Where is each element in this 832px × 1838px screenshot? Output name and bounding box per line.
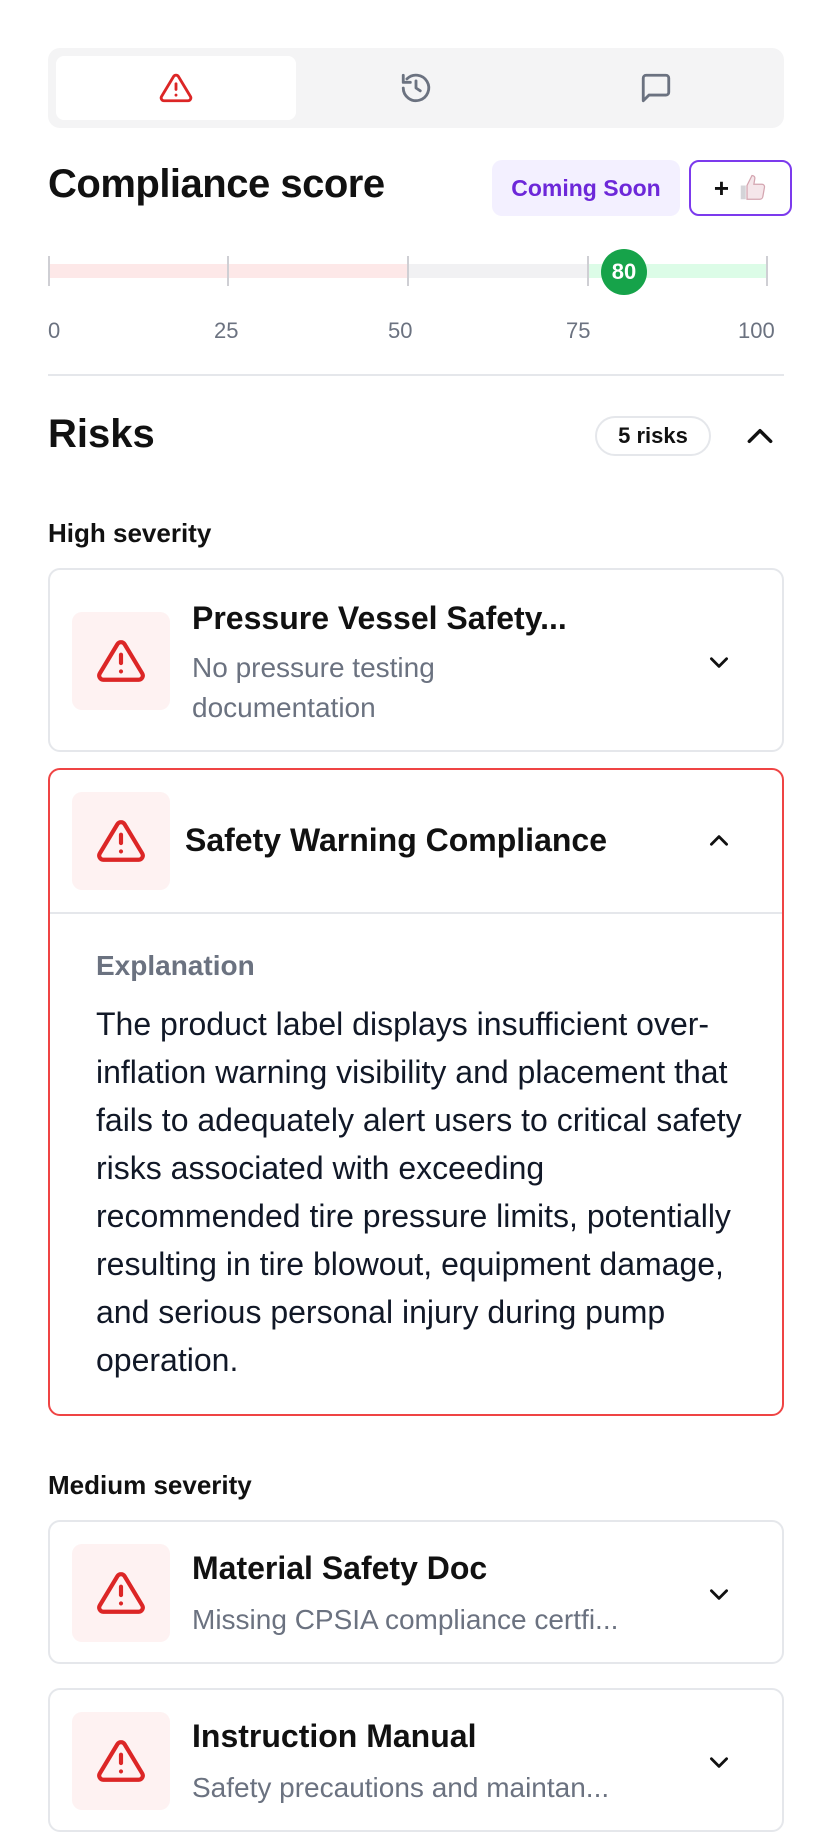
risk-title: Pressure Vessel Safety... — [192, 600, 567, 636]
chevron-down-icon[interactable] — [706, 1581, 732, 1607]
history-icon — [401, 73, 431, 103]
gauge-label: 25 — [214, 318, 239, 343]
chevron-up-icon[interactable] — [706, 828, 732, 854]
risk-card-instruction-manual[interactable]: Instruction Manual Safety precautions an… — [48, 1688, 784, 1832]
card-divider — [50, 912, 782, 914]
tab-messages[interactable] — [536, 56, 776, 120]
risk-card-pressure-vessel[interactable]: Pressure Vessel Safety... No pressure te… — [48, 568, 784, 752]
risk-subtitle: Missing CPSIA compliance certfi... — [192, 1604, 619, 1635]
section-divider — [48, 374, 784, 376]
alert-triangle-icon — [97, 1740, 145, 1782]
tab-history[interactable] — [296, 56, 536, 120]
high-severity-label: High severity — [48, 518, 212, 548]
risk-title: Safety Warning Compliance — [185, 822, 607, 858]
thumbs-up-icon — [740, 174, 766, 200]
risk-icon-box — [72, 1712, 170, 1810]
tab-risks[interactable] — [56, 56, 296, 120]
gauge-label: 75 — [566, 318, 591, 343]
add-feedback-button[interactable]: + — [689, 160, 792, 216]
score-marker: 80 — [601, 249, 647, 295]
chevron-up-icon[interactable] — [742, 420, 778, 452]
chevron-down-icon[interactable] — [706, 649, 732, 675]
gauge-label: 100 — [738, 318, 775, 343]
plus-label: + — [713, 172, 730, 203]
compliance-gauge: 0 25 50 75 100 80 — [48, 249, 775, 346]
risk-card-safety-warning[interactable]: Safety Warning Compliance Explanation Th… — [48, 768, 784, 1416]
gauge-tick — [227, 256, 229, 286]
risk-title: Instruction Manual — [192, 1718, 477, 1754]
risk-title: Material Safety Doc — [192, 1550, 488, 1586]
risks-title: Risks — [48, 412, 155, 456]
gauge-label: 50 — [388, 318, 413, 343]
alert-triangle-icon — [97, 640, 145, 682]
risk-count-badge: 5 risks — [595, 416, 711, 456]
risk-icon-box — [72, 612, 170, 710]
chevron-down-icon[interactable] — [706, 1749, 732, 1775]
explanation-label: Explanation — [96, 950, 255, 981]
gauge-tick — [587, 256, 589, 286]
alert-triangle-icon — [97, 1572, 145, 1614]
medium-severity-label: Medium severity — [48, 1470, 252, 1500]
risk-icon-box — [72, 792, 170, 890]
risk-subtitle: No pressure testing documentation — [192, 652, 435, 723]
explanation-text: The product label displays insufficient … — [96, 1006, 742, 1378]
risk-icon-box — [72, 1544, 170, 1642]
compliance-score-title: Compliance score — [48, 162, 385, 206]
gauge-tick — [766, 256, 768, 286]
gauge-label: 0 — [48, 318, 61, 343]
gauge-mid-segment — [408, 264, 588, 278]
coming-soon-badge: Coming Soon — [492, 160, 680, 216]
alert-triangle-icon — [97, 820, 145, 862]
risk-card-material-safety[interactable]: Material Safety Doc Missing CPSIA compli… — [48, 1520, 784, 1664]
gauge-tick — [48, 256, 50, 286]
page: Compliance score Coming Soon + 0 25 50 7… — [0, 0, 832, 1838]
message-icon — [641, 73, 671, 103]
alert-triangle-icon — [159, 73, 193, 103]
risk-subtitle: Safety precautions and maintan... — [192, 1772, 610, 1803]
gauge-tick — [407, 256, 409, 286]
tab-bar — [48, 48, 784, 128]
